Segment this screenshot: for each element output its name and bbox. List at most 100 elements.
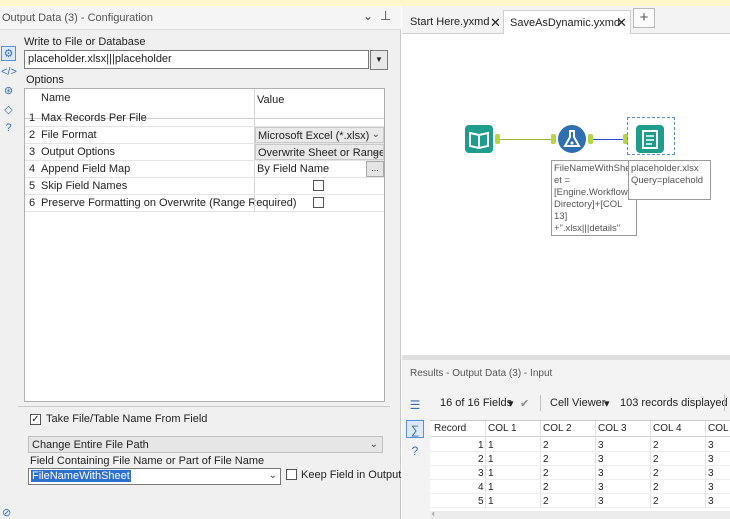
connections-icon[interactable]: ⊛ (1, 84, 16, 99)
append-field-map-value: By Field Name (257, 163, 330, 175)
cell: 2 (653, 454, 659, 465)
table-row[interactable]: 2 1 2 3 2 3 (430, 452, 730, 466)
results-side-rail: ☰ ∑ ? (402, 384, 428, 519)
formula-annotation: FileNameWithShe et = [Engine.Workflow Di… (551, 160, 637, 236)
row-number: 1 (29, 112, 36, 124)
cell: 1 (488, 496, 494, 507)
cell: 3 (598, 482, 604, 493)
write-destination-dropdown-button[interactable]: ▼ (370, 50, 388, 70)
cell: 2 (653, 482, 659, 493)
take-name-from-field-label: Take File/Table Name From Field (46, 413, 208, 425)
horizontal-scrollbar[interactable]: ‹ (430, 509, 730, 519)
cell: 2 (543, 454, 549, 465)
workflow-tab-bar: Start Here.yxmd ✕ SaveAsDynamic.yxmd ✕ (402, 6, 730, 34)
column-header[interactable]: COL 5 (708, 423, 730, 434)
results-toolbar: 16 of 16 Fields ▾ ✔ Cell Viewer ▾ 103 re… (430, 392, 730, 414)
cell: 1 (488, 440, 494, 451)
cell-viewer-button[interactable]: Cell Viewer (550, 397, 605, 409)
gear-icon[interactable]: ⚙ (1, 46, 16, 61)
ellipsis-button[interactable]: ... (366, 161, 384, 177)
options-grid: Name Value 1 Max Records Per File 2 File… (24, 88, 385, 402)
results-table: Record COL 1 COL 2 COL 3 COL 4 COL 5 1 1… (430, 420, 730, 512)
table-row[interactable]: 4 1 2 3 2 3 (430, 480, 730, 494)
file-name-field-value: FileNameWithSheet (31, 470, 131, 482)
input-data-tool[interactable] (465, 125, 493, 153)
tab-label: SaveAsDynamic.yxmd (510, 17, 621, 29)
table-row[interactable]: 3 1 2 3 2 3 (430, 466, 730, 480)
column-header[interactable]: COL 3 (598, 423, 627, 434)
code-icon[interactable]: </> (1, 65, 17, 80)
cell: 3 (598, 440, 604, 451)
record-number: 2 (478, 454, 484, 465)
workflow-canvas[interactable]: FileNameWithShe et = [Engine.Workflow Di… (402, 35, 730, 355)
max-records-input[interactable] (255, 110, 384, 126)
tag-icon[interactable]: ◇ (1, 103, 16, 118)
records-displayed: 103 records displayed (620, 397, 728, 409)
option-name: Append Field Map (41, 163, 131, 175)
tab-start-here[interactable]: Start Here.yxmd (404, 10, 495, 34)
keep-field-checkbox[interactable] (286, 469, 297, 480)
column-header[interactable]: COL 1 (488, 423, 517, 434)
preserve-formatting-checkbox[interactable] (313, 197, 324, 208)
tab-save-as-dynamic[interactable]: SaveAsDynamic.yxmd (503, 10, 631, 34)
chevron-down-icon[interactable]: ▾ (508, 397, 514, 410)
option-name: File Format (41, 129, 97, 141)
cell: 3 (708, 482, 714, 493)
formula-tool[interactable] (558, 125, 586, 153)
change-file-path-value: Change Entire File Path (32, 439, 149, 451)
check-circle-icon: ⊘ (2, 507, 12, 519)
change-file-path-select[interactable]: Change Entire File Path ⌄ (28, 436, 383, 453)
output-options-value: Overwrite Sheet or Range (258, 147, 384, 159)
output-data-tool[interactable] (636, 125, 664, 153)
book-icon (469, 131, 489, 150)
cell: 2 (543, 496, 549, 507)
column-header[interactable]: COL 4 (653, 423, 682, 434)
config-icon-rail: ⚙ </> ⊛ ◇ ? (0, 30, 18, 519)
chevron-down-icon[interactable]: ⌄ (363, 9, 373, 23)
add-tab-button[interactable]: + (633, 8, 655, 28)
help-icon[interactable]: ? (406, 442, 424, 460)
pin-icon[interactable]: ⊥ (380, 8, 391, 24)
take-name-from-field-checkbox[interactable]: ✓ (30, 414, 41, 425)
section-divider (18, 406, 390, 407)
file-name-field-select[interactable]: FileNameWithSheet ⌄ (28, 468, 281, 485)
option-row-skip-field-names: 5 Skip Field Names (25, 178, 384, 195)
column-header[interactable]: COL 2 (543, 423, 572, 434)
chevron-down-icon: ⌄ (371, 129, 380, 140)
option-row-preserve-formatting: 6 Preserve Formatting on Overwrite (Rang… (25, 195, 384, 212)
file-format-value: Microsoft Excel (*.xlsx) (258, 130, 370, 142)
help-icon[interactable]: ? (1, 121, 16, 136)
input-anchor[interactable] (551, 134, 556, 144)
chevron-left-icon[interactable]: ‹ (432, 509, 435, 518)
table-row[interactable]: 1 1 2 3 2 3 (430, 438, 730, 452)
write-label: Write to File or Database (24, 36, 146, 48)
column-header[interactable]: Record (434, 423, 466, 434)
cell: 3 (708, 468, 714, 479)
fields-selector[interactable]: 16 of 16 Fields (440, 397, 512, 409)
row-number: 4 (29, 163, 36, 175)
write-destination-field[interactable]: placeholder.xlsx|||placeholder (24, 50, 369, 69)
cell: 3 (708, 454, 714, 465)
cell: 3 (598, 454, 604, 465)
col-name-header: Name (41, 92, 71, 104)
record-number: 5 (478, 496, 484, 507)
check-icon[interactable]: ✔ (520, 397, 529, 410)
option-name: Output Options (41, 146, 115, 158)
cell: 3 (708, 440, 714, 451)
table-row[interactable]: 5 1 2 3 2 3 (430, 494, 730, 508)
col-value-header: Value (257, 94, 285, 106)
skip-field-names-checkbox[interactable] (313, 180, 324, 191)
chevron-down-icon[interactable]: ▾ (604, 397, 610, 410)
chevron-down-icon: ⌄ (369, 439, 378, 450)
keep-field-label: Keep Field in Output (301, 469, 402, 481)
row-number: 3 (29, 146, 36, 158)
row-number: 2 (29, 129, 36, 141)
close-icon[interactable]: ✕ (490, 15, 501, 31)
close-icon[interactable]: ✕ (616, 15, 627, 31)
sigma-icon[interactable]: ∑ (406, 420, 424, 438)
table-icon[interactable]: ☰ (406, 396, 424, 414)
output-options-select[interactable]: Overwrite Sheet or Range ⌄ (255, 144, 384, 160)
record-number: 4 (478, 482, 484, 493)
file-format-select[interactable]: Microsoft Excel (*.xlsx) ⌄ (255, 127, 384, 143)
record-number: 1 (478, 440, 484, 451)
